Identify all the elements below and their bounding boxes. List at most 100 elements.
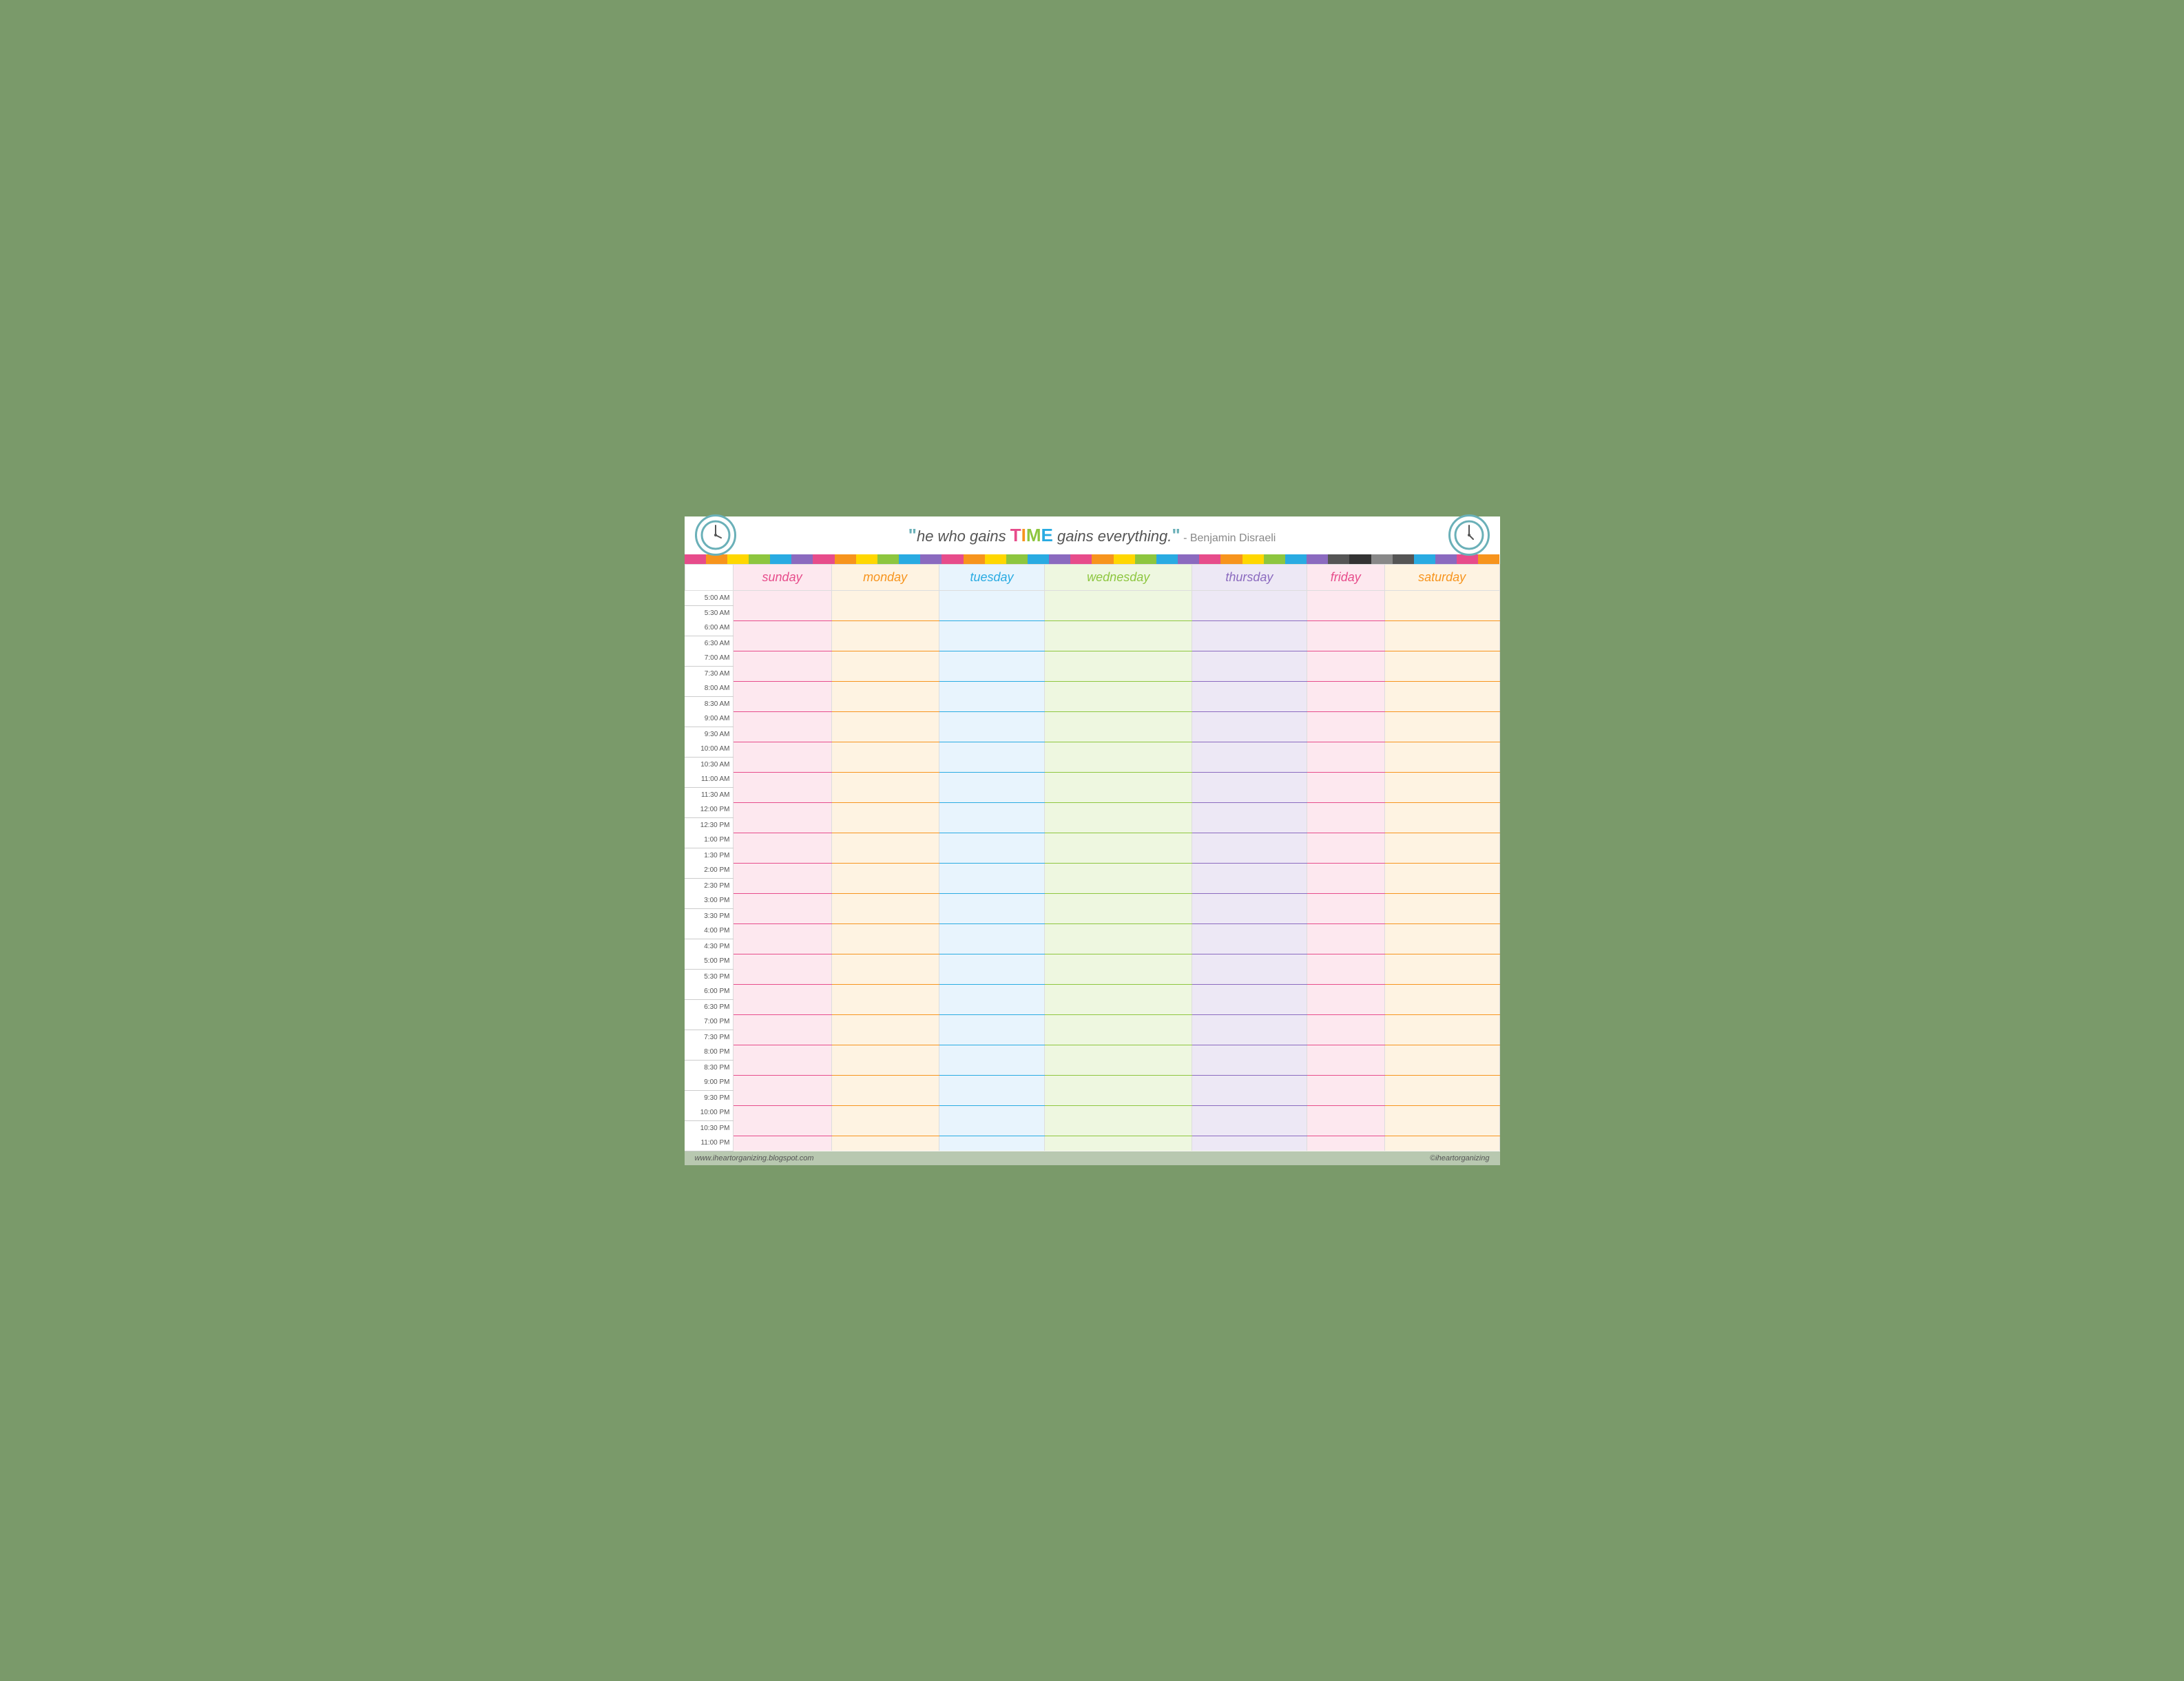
cell-wednesday[interactable] <box>1045 757 1192 772</box>
cell-saturday[interactable] <box>1384 1090 1499 1105</box>
cell-tuesday[interactable] <box>939 757 1045 772</box>
cell-wednesday[interactable] <box>1045 1030 1192 1045</box>
cell-sunday[interactable] <box>733 590 831 605</box>
cell-thursday[interactable] <box>1192 1136 1307 1151</box>
cell-friday[interactable] <box>1307 1030 1384 1045</box>
cell-thursday[interactable] <box>1192 1120 1307 1136</box>
cell-wednesday[interactable] <box>1045 939 1192 954</box>
cell-thursday[interactable] <box>1192 1090 1307 1105</box>
cell-tuesday[interactable] <box>939 1030 1045 1045</box>
cell-tuesday[interactable] <box>939 772 1045 787</box>
cell-friday[interactable] <box>1307 954 1384 969</box>
cell-friday[interactable] <box>1307 908 1384 923</box>
cell-monday[interactable] <box>831 848 939 863</box>
cell-sunday[interactable] <box>733 1030 831 1045</box>
cell-friday[interactable] <box>1307 1014 1384 1030</box>
cell-thursday[interactable] <box>1192 817 1307 833</box>
cell-wednesday[interactable] <box>1045 999 1192 1014</box>
cell-thursday[interactable] <box>1192 1060 1307 1075</box>
cell-saturday[interactable] <box>1384 757 1499 772</box>
cell-monday[interactable] <box>831 636 939 651</box>
cell-monday[interactable] <box>831 772 939 787</box>
cell-sunday[interactable] <box>733 620 831 636</box>
cell-tuesday[interactable] <box>939 908 1045 923</box>
cell-monday[interactable] <box>831 817 939 833</box>
cell-tuesday[interactable] <box>939 833 1045 848</box>
cell-thursday[interactable] <box>1192 1045 1307 1060</box>
cell-thursday[interactable] <box>1192 605 1307 620</box>
cell-sunday[interactable] <box>733 681 831 696</box>
cell-wednesday[interactable] <box>1045 666 1192 681</box>
cell-friday[interactable] <box>1307 787 1384 802</box>
cell-monday[interactable] <box>831 666 939 681</box>
cell-saturday[interactable] <box>1384 1060 1499 1075</box>
cell-monday[interactable] <box>831 863 939 878</box>
cell-tuesday[interactable] <box>939 1075 1045 1090</box>
cell-monday[interactable] <box>831 620 939 636</box>
cell-wednesday[interactable] <box>1045 620 1192 636</box>
cell-thursday[interactable] <box>1192 923 1307 939</box>
cell-tuesday[interactable] <box>939 878 1045 893</box>
cell-friday[interactable] <box>1307 742 1384 757</box>
cell-monday[interactable] <box>831 939 939 954</box>
cell-monday[interactable] <box>831 1120 939 1136</box>
cell-tuesday[interactable] <box>939 863 1045 878</box>
cell-wednesday[interactable] <box>1045 878 1192 893</box>
cell-wednesday[interactable] <box>1045 833 1192 848</box>
cell-monday[interactable] <box>831 590 939 605</box>
cell-sunday[interactable] <box>733 1090 831 1105</box>
cell-thursday[interactable] <box>1192 1014 1307 1030</box>
cell-wednesday[interactable] <box>1045 787 1192 802</box>
cell-friday[interactable] <box>1307 833 1384 848</box>
cell-tuesday[interactable] <box>939 1060 1045 1075</box>
cell-tuesday[interactable] <box>939 666 1045 681</box>
cell-monday[interactable] <box>831 969 939 984</box>
cell-saturday[interactable] <box>1384 1014 1499 1030</box>
cell-monday[interactable] <box>831 1105 939 1120</box>
cell-friday[interactable] <box>1307 1075 1384 1090</box>
cell-thursday[interactable] <box>1192 772 1307 787</box>
cell-saturday[interactable] <box>1384 620 1499 636</box>
cell-saturday[interactable] <box>1384 772 1499 787</box>
cell-wednesday[interactable] <box>1045 923 1192 939</box>
cell-monday[interactable] <box>831 984 939 999</box>
cell-friday[interactable] <box>1307 878 1384 893</box>
cell-tuesday[interactable] <box>939 984 1045 999</box>
cell-tuesday[interactable] <box>939 999 1045 1014</box>
cell-thursday[interactable] <box>1192 848 1307 863</box>
cell-monday[interactable] <box>831 1045 939 1060</box>
cell-monday[interactable] <box>831 757 939 772</box>
cell-saturday[interactable] <box>1384 651 1499 666</box>
cell-friday[interactable] <box>1307 969 1384 984</box>
cell-wednesday[interactable] <box>1045 969 1192 984</box>
cell-saturday[interactable] <box>1384 681 1499 696</box>
cell-monday[interactable] <box>831 893 939 908</box>
cell-sunday[interactable] <box>733 1136 831 1151</box>
cell-sunday[interactable] <box>733 651 831 666</box>
cell-friday[interactable] <box>1307 984 1384 999</box>
cell-wednesday[interactable] <box>1045 681 1192 696</box>
cell-saturday[interactable] <box>1384 1045 1499 1060</box>
cell-saturday[interactable] <box>1384 939 1499 954</box>
cell-friday[interactable] <box>1307 681 1384 696</box>
cell-saturday[interactable] <box>1384 636 1499 651</box>
cell-monday[interactable] <box>831 923 939 939</box>
cell-monday[interactable] <box>831 787 939 802</box>
cell-sunday[interactable] <box>733 802 831 817</box>
cell-thursday[interactable] <box>1192 863 1307 878</box>
cell-wednesday[interactable] <box>1045 1014 1192 1030</box>
cell-friday[interactable] <box>1307 757 1384 772</box>
cell-tuesday[interactable] <box>939 742 1045 757</box>
cell-saturday[interactable] <box>1384 848 1499 863</box>
cell-wednesday[interactable] <box>1045 908 1192 923</box>
cell-sunday[interactable] <box>733 908 831 923</box>
cell-tuesday[interactable] <box>939 696 1045 711</box>
cell-sunday[interactable] <box>733 833 831 848</box>
cell-wednesday[interactable] <box>1045 1136 1192 1151</box>
cell-saturday[interactable] <box>1384 605 1499 620</box>
cell-thursday[interactable] <box>1192 787 1307 802</box>
cell-sunday[interactable] <box>733 954 831 969</box>
cell-thursday[interactable] <box>1192 681 1307 696</box>
cell-thursday[interactable] <box>1192 939 1307 954</box>
cell-saturday[interactable] <box>1384 878 1499 893</box>
